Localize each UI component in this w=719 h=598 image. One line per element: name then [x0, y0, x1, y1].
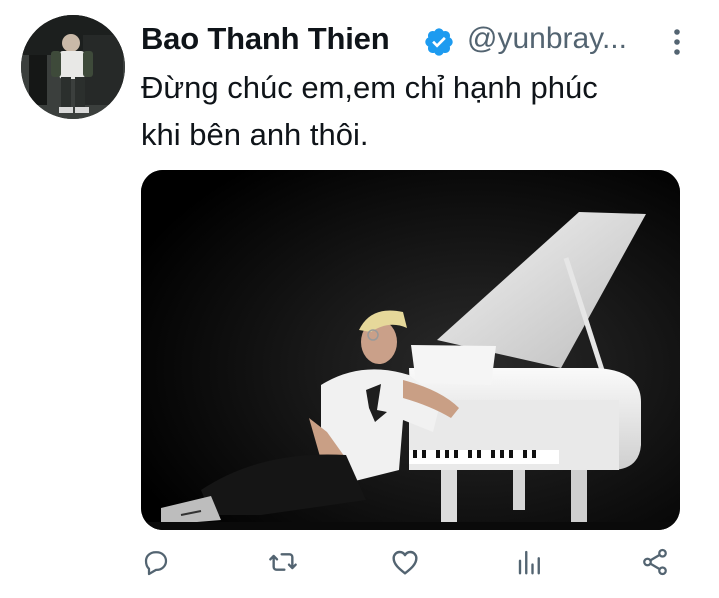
- tweet-text: Đừng chúc em,em chỉ hạnh phúc khi bên an…: [141, 64, 701, 158]
- retweet-button[interactable]: [263, 542, 303, 582]
- like-button[interactable]: [385, 542, 425, 582]
- author-handle[interactable]: @yunbray...: [467, 22, 627, 56]
- retweet-icon: [269, 553, 297, 571]
- reply-button[interactable]: [136, 542, 176, 582]
- more-options-icon[interactable]: [667, 26, 687, 58]
- analytics-icon: [518, 550, 540, 575]
- tweet-card[interactable]: Bao Thanh Thien @yunbray... Đừng chúc em…: [0, 0, 719, 598]
- share-icon: [643, 548, 667, 576]
- share-button[interactable]: [635, 542, 675, 582]
- verified-badge-icon: [425, 28, 453, 56]
- tweet-actions-bar: [0, 542, 719, 586]
- tweet-photo[interactable]: [141, 170, 680, 530]
- tweet-text-line: Đừng chúc em,em chỉ hạnh phúc: [141, 70, 598, 105]
- tweet-text-line: khi bên anh thôi.: [141, 117, 369, 152]
- author-display-name[interactable]: Bao Thanh Thien: [141, 21, 390, 57]
- analytics-button[interactable]: [510, 542, 550, 582]
- reply-icon: [144, 551, 168, 576]
- avatar[interactable]: [21, 15, 125, 119]
- heart-icon: [392, 550, 418, 575]
- tweet-header: Bao Thanh Thien @yunbray...: [141, 20, 701, 62]
